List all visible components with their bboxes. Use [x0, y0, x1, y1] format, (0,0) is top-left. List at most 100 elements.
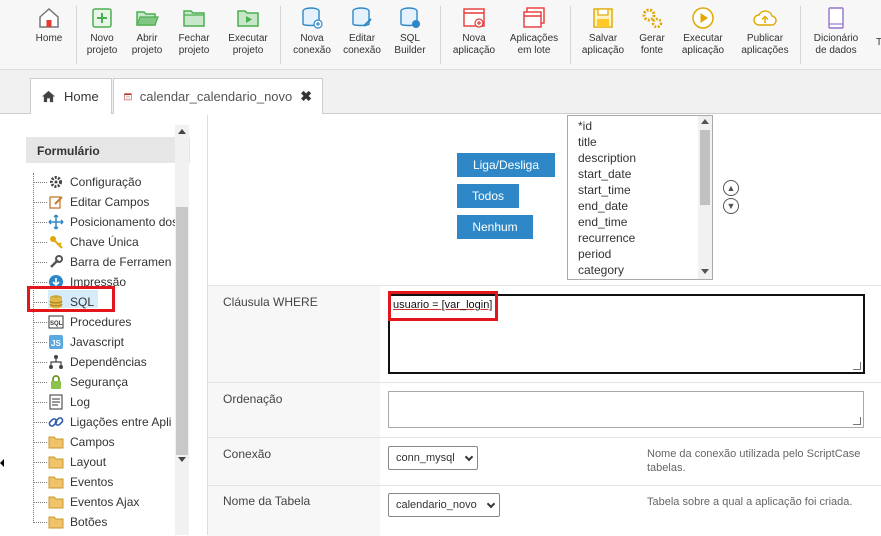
field-list-item[interactable]: end_time: [568, 214, 712, 230]
field-list-item[interactable]: title: [568, 134, 712, 150]
tab-calendar-calendario-novo[interactable]: calendar_calendario_novo ✖: [113, 78, 323, 114]
generate-source-button[interactable]: Gerar fonte: [634, 6, 670, 57]
sql-settings-form: Liga/Desliga Todos Nenhum *id title descri…: [208, 115, 881, 536]
new-connection-icon: [302, 7, 323, 29]
resize-grip-icon[interactable]: [853, 417, 861, 425]
toolbar-label: fonte: [640, 45, 664, 56]
tree-scrollbar[interactable]: [175, 125, 189, 535]
gear-icon: [48, 174, 64, 190]
close-tab-icon[interactable]: ✖: [300, 88, 312, 105]
publish-apps-button[interactable]: Publicar aplicações: [738, 6, 792, 57]
connection-select-value: conn_mysql: [396, 452, 455, 464]
field-list-item[interactable]: start_date: [568, 166, 712, 182]
table-name-select[interactable]: calendario_novo: [388, 493, 500, 517]
scroll-up-arrow-icon[interactable]: [701, 119, 709, 124]
toolbar-label: SQL: [399, 33, 420, 44]
save-app-button[interactable]: Salvar aplicação: [578, 6, 628, 57]
select-all-button[interactable]: Todos: [457, 184, 519, 208]
scrollbar-thumb[interactable]: [700, 130, 710, 205]
tree-connector: [33, 342, 47, 343]
sidebar-item-chave-nica[interactable]: Chave Única: [48, 233, 139, 251]
sidebar-item-eventos-ajax[interactable]: Eventos Ajax: [48, 493, 139, 511]
new-app-button[interactable]: Nova aplicação: [450, 6, 498, 57]
tree-connector: [33, 202, 47, 203]
run-app-button[interactable]: Executar aplicação: [678, 6, 728, 57]
sidebar-item-eventos[interactable]: Eventos: [48, 473, 113, 491]
scroll-up-arrow-icon[interactable]: [178, 129, 186, 134]
tree-connector: [33, 422, 47, 423]
toolbar-label: de dados: [815, 45, 857, 56]
data-dictionary-button[interactable]: Dicionário de dados: [808, 6, 864, 57]
new-project-button[interactable]: Novo projeto: [82, 6, 122, 57]
edit-connection-button[interactable]: Editar conexão: [340, 6, 384, 57]
move-up-icon[interactable]: ▲: [723, 180, 739, 196]
sidebar-item-label: Barra de Ferramen: [70, 255, 172, 269]
sidebar-item-log[interactable]: Log: [48, 393, 90, 411]
sidebar-item-liga-es-entre-apli[interactable]: Ligações entre Apli: [48, 413, 171, 431]
field-list-item[interactable]: start_time: [568, 182, 712, 198]
field-list-item[interactable]: category: [568, 262, 712, 278]
sidebar-item-configura-o[interactable]: Configuração: [48, 173, 141, 191]
sidebar-item-procedures[interactable]: SQL Procedures: [48, 313, 131, 331]
sidebar-item-barra-de-ferramen[interactable]: Barra de Ferramen: [48, 253, 171, 271]
toggle-fields-button[interactable]: Liga/Desliga: [457, 153, 555, 177]
toolbar-label: Executar: [228, 33, 268, 44]
tab-home[interactable]: Home: [30, 78, 112, 114]
sidebar-item-bot-es[interactable]: Botões: [48, 513, 107, 531]
field-list-item[interactable]: recurrence: [568, 230, 712, 246]
order-textarea[interactable]: [388, 391, 864, 428]
table-name-hint: Tabela sobre a qual a aplicação foi cria…: [647, 496, 853, 508]
sidebar-item-posicionamento-dos[interactable]: Posicionamento dos: [48, 213, 178, 231]
scrollbar-thumb[interactable]: [176, 207, 188, 455]
toolbar-separator: [440, 6, 441, 64]
toolbar-home-button[interactable]: Home: [31, 6, 67, 45]
folder-icon: [48, 434, 64, 450]
sidebar-item-label: Layout: [70, 455, 107, 469]
toolbar-overflow-indicator: T: [876, 37, 881, 48]
scroll-down-arrow-icon[interactable]: [178, 457, 186, 462]
field-list-item[interactable]: end_date: [568, 198, 712, 214]
close-project-button[interactable]: Fechar projeto: [174, 6, 214, 57]
sidebar-item-layout[interactable]: Layout: [48, 453, 106, 471]
panel-collapse-arrow-icon[interactable]: [0, 459, 4, 467]
scroll-down-arrow-icon[interactable]: [701, 269, 709, 274]
batch-apps-icon: [523, 7, 545, 28]
toolbar-label: conexão: [293, 45, 331, 56]
toolbar-label: Abrir: [136, 33, 158, 44]
sidebar-item-label: Chave Única: [70, 235, 139, 249]
tree-connector-line: [33, 173, 34, 523]
key-icon: [48, 234, 64, 250]
toolbar-label: conexão: [343, 45, 381, 56]
toolbar-separator: [280, 6, 281, 64]
run-project-button[interactable]: Executar projeto: [224, 6, 272, 57]
dictionary-icon: [828, 7, 844, 29]
batch-apps-button[interactable]: Aplicações em lote: [506, 6, 562, 57]
field-list-item[interactable]: period: [568, 246, 712, 262]
resize-grip-icon[interactable]: [853, 362, 861, 370]
move-down-icon[interactable]: ▼: [723, 198, 739, 214]
connection-select[interactable]: conn_mysql: [388, 446, 478, 470]
toolbar-label: Executar: [683, 33, 723, 44]
where-label: Cláusula WHERE: [223, 295, 318, 309]
svg-text:SQL: SQL: [50, 321, 63, 327]
close-folder-icon: [183, 10, 205, 27]
tree-connector: [33, 482, 47, 483]
sidebar-item-javascript[interactable]: JS Javascript: [48, 333, 124, 351]
sidebar-item-campos[interactable]: Campos: [48, 433, 115, 451]
field-list-item[interactable]: description: [568, 150, 712, 166]
edit-connection-icon: [352, 7, 372, 27]
new-connection-button[interactable]: Nova conexão: [290, 6, 334, 57]
select-none-button[interactable]: Nenhum: [457, 215, 533, 239]
field-list-box[interactable]: *id title description start_date start_time e…: [567, 115, 713, 280]
sidebar-item-label: Ligações entre Apli: [70, 415, 172, 429]
gears-icon: [642, 8, 663, 29]
sidebar-item-label: Eventos Ajax: [70, 495, 140, 509]
tree-connector: [33, 262, 47, 263]
sidebar-item-depend-ncias[interactable]: Dependências: [48, 353, 147, 371]
open-project-button[interactable]: Abrir projeto: [128, 6, 166, 57]
sidebar-item-seguran-a[interactable]: Segurança: [48, 373, 128, 391]
field-list-scrollbar[interactable]: [698, 116, 712, 279]
sql-builder-button[interactable]: SQL Builder: [390, 6, 430, 57]
field-list-item[interactable]: *id: [568, 118, 712, 134]
sidebar-item-editar-campos[interactable]: Editar Campos: [48, 193, 149, 211]
